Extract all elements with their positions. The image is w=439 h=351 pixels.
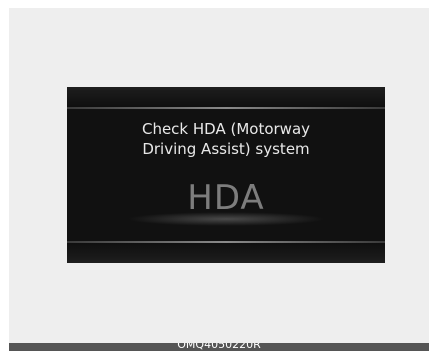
display-top-band: [67, 87, 385, 107]
cluster-display: Check HDA (Motorway Driving Assist) syst…: [67, 87, 385, 263]
warning-message: Check HDA (Motorway Driving Assist) syst…: [67, 119, 385, 159]
warning-message-line-1: Check HDA (Motorway: [141, 120, 311, 138]
display-top-divider: [67, 107, 385, 109]
figure-code: OMQ4050220R: [177, 343, 261, 351]
warning-message-line-2: Driving Assist) system: [142, 140, 310, 158]
caption-bar: OMQ4050220R: [9, 343, 429, 351]
hda-indicator: HDA: [187, 178, 265, 218]
display-bottom-band: [67, 243, 385, 263]
